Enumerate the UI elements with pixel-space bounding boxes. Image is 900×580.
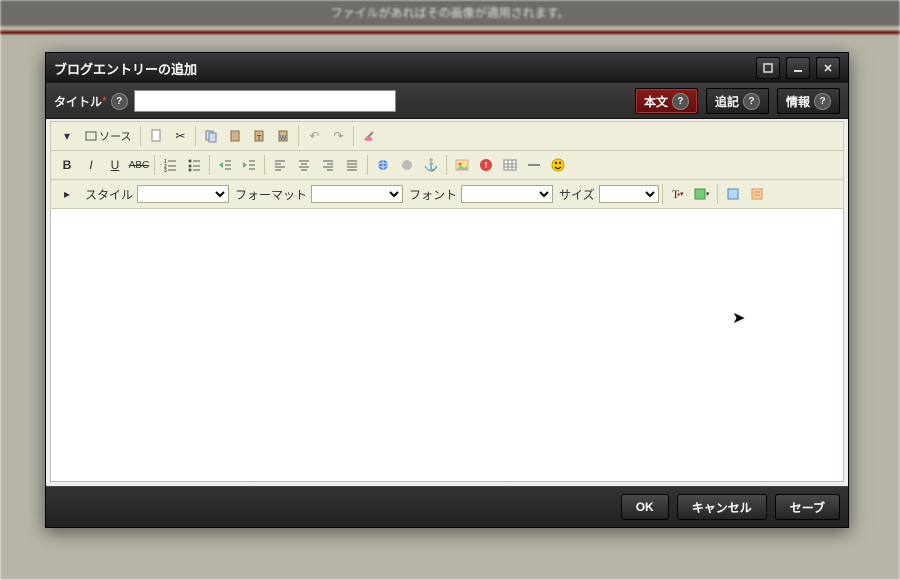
- collapse-icon[interactable]: ▾: [56, 125, 78, 147]
- image-icon[interactable]: [451, 154, 473, 176]
- help-icon: ?: [672, 93, 689, 110]
- font-select[interactable]: [461, 185, 553, 203]
- toolbar-row-3: ▸ スタイル フォーマット フォント サイズ T▪▾ ▾: [50, 180, 844, 209]
- italic-icon[interactable]: I: [80, 154, 102, 176]
- title-row: タイトル* ? 本文? 追記? 情報?: [46, 83, 848, 119]
- format-select[interactable]: [311, 185, 403, 203]
- maximize-button[interactable]: [756, 57, 780, 79]
- minimize-button[interactable]: [786, 57, 810, 79]
- table-icon[interactable]: [499, 154, 521, 176]
- remove-format-icon[interactable]: [358, 125, 380, 147]
- unordered-list-icon[interactable]: [183, 154, 205, 176]
- redo-icon[interactable]: ↷: [327, 125, 349, 147]
- flash-icon[interactable]: f: [475, 154, 497, 176]
- align-left-icon[interactable]: [269, 154, 291, 176]
- svg-text:T: T: [257, 135, 262, 142]
- bg-color-icon[interactable]: ▾: [691, 183, 713, 205]
- align-center-icon[interactable]: [293, 154, 315, 176]
- show-blocks-icon[interactable]: [746, 183, 768, 205]
- outdent-icon[interactable]: [214, 154, 236, 176]
- smiley-icon[interactable]: [547, 154, 569, 176]
- toolbar-row-2: B I U ABC 123 ⚓ f: [50, 151, 844, 180]
- help-icon[interactable]: ?: [111, 93, 128, 110]
- style-label: スタイル: [85, 186, 133, 203]
- align-justify-icon[interactable]: [341, 154, 363, 176]
- editor-content[interactable]: [50, 209, 844, 482]
- paste-icon[interactable]: [224, 125, 246, 147]
- paste-text-icon[interactable]: T: [248, 125, 270, 147]
- unlink-icon[interactable]: [396, 154, 418, 176]
- bold-icon[interactable]: B: [56, 154, 78, 176]
- link-icon[interactable]: [372, 154, 394, 176]
- align-right-icon[interactable]: [317, 154, 339, 176]
- save-button[interactable]: セーブ: [775, 494, 840, 520]
- fullscreen-icon[interactable]: [722, 183, 744, 205]
- ok-button[interactable]: OK: [621, 494, 669, 520]
- help-icon: ?: [743, 93, 760, 110]
- cut-icon[interactable]: ✂: [169, 125, 191, 147]
- tab-more[interactable]: 追記?: [706, 88, 769, 114]
- dialog-titlebar: ブログエントリーの追加: [46, 53, 848, 83]
- title-label: タイトル: [54, 93, 102, 110]
- ordered-list-icon[interactable]: 123: [159, 154, 181, 176]
- indent-icon[interactable]: [238, 154, 260, 176]
- cancel-button[interactable]: キャンセル: [677, 494, 767, 520]
- backdrop-hint: ファイルがあればその画像が適用されます。: [0, 0, 900, 26]
- underline-icon[interactable]: U: [104, 154, 126, 176]
- editor: ▾ ソース ✂ T W ↶ ↷ B I U ABC 123: [46, 119, 848, 486]
- size-label: サイズ: [559, 186, 595, 203]
- source-button[interactable]: ソース: [80, 125, 136, 147]
- paste-word-icon[interactable]: W: [272, 125, 294, 147]
- required-mark: *: [102, 94, 107, 108]
- help-icon: ?: [814, 93, 831, 110]
- blog-entry-dialog: ブログエントリーの追加 タイトル* ? 本文? 追記? 情報? ▾ ソース ✂ …: [45, 52, 849, 528]
- hr-icon[interactable]: [523, 154, 545, 176]
- tab-body[interactable]: 本文?: [635, 88, 698, 114]
- expand-icon[interactable]: ▸: [56, 183, 78, 205]
- font-label: フォント: [409, 186, 457, 203]
- copy-icon[interactable]: [200, 125, 222, 147]
- dialog-title: ブログエントリーの追加: [54, 59, 197, 78]
- anchor-icon[interactable]: ⚓: [420, 154, 442, 176]
- title-input[interactable]: [134, 90, 396, 112]
- svg-text:W: W: [280, 135, 287, 142]
- svg-text:3: 3: [164, 168, 167, 172]
- style-select[interactable]: [137, 185, 229, 203]
- tab-info[interactable]: 情報?: [777, 88, 840, 114]
- strike-icon[interactable]: ABC: [128, 154, 150, 176]
- size-select[interactable]: [599, 185, 659, 203]
- toolbar-row-1: ▾ ソース ✂ T W ↶ ↷: [50, 121, 844, 151]
- close-button[interactable]: [816, 57, 840, 79]
- format-label: フォーマット: [235, 186, 307, 203]
- text-color-icon[interactable]: T▪▾: [667, 183, 689, 205]
- dialog-footer: OK キャンセル セーブ: [46, 486, 848, 527]
- undo-icon[interactable]: ↶: [303, 125, 325, 147]
- new-page-icon[interactable]: [145, 125, 167, 147]
